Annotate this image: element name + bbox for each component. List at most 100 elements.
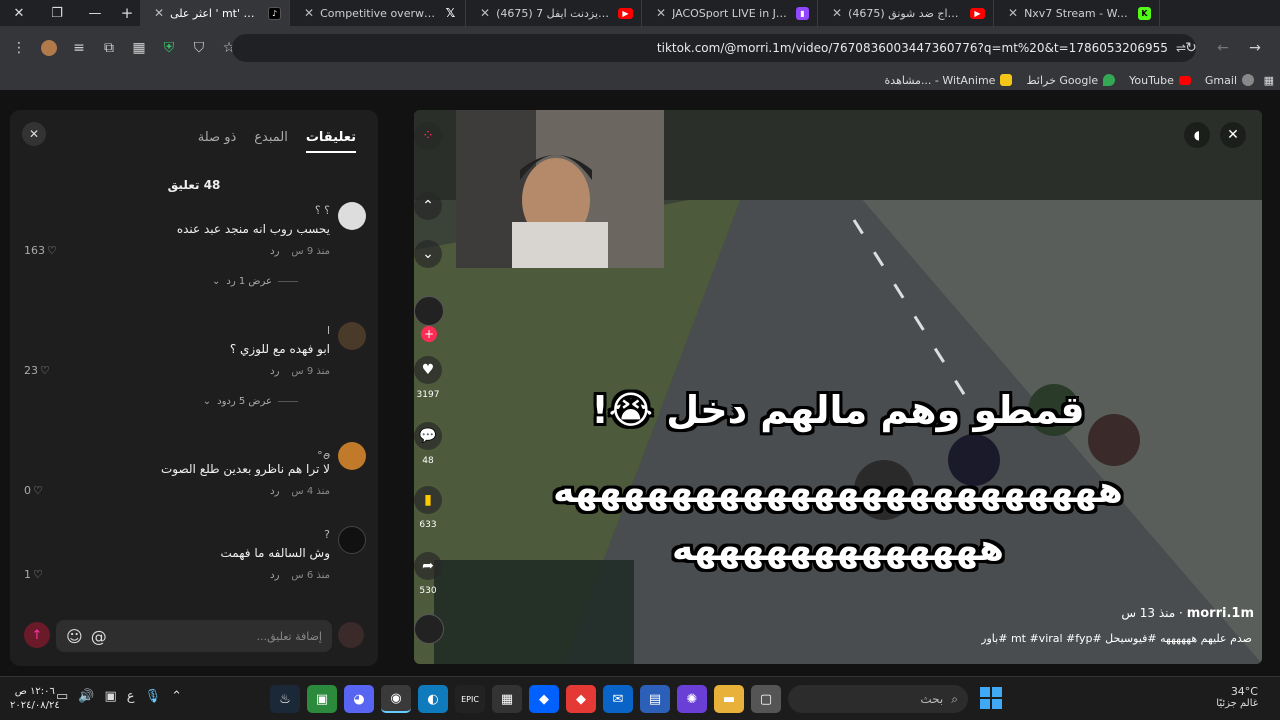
tab-related[interactable]: ذو صلة bbox=[198, 130, 237, 153]
bookmark-icon: ▮ bbox=[414, 486, 442, 514]
save-button[interactable]: ▮ 633 bbox=[414, 486, 448, 530]
xbox-icon[interactable]: ▣ bbox=[307, 685, 337, 713]
chevron-up-icon[interactable]: ⌃ bbox=[171, 689, 182, 704]
menu-icon[interactable]: ⋮ bbox=[4, 33, 34, 63]
monitor-icon[interactable]: ▣ bbox=[104, 689, 116, 704]
copilot-icon[interactable]: ✺ bbox=[677, 685, 707, 713]
steam-icon[interactable]: ♨ bbox=[270, 685, 300, 713]
extensions-icon[interactable]: ⧉ bbox=[94, 33, 124, 63]
like-button[interactable]: 0 ♡ bbox=[24, 484, 43, 497]
close-video-button[interactable]: ✕ bbox=[1220, 122, 1246, 148]
tab-close-icon[interactable]: ✕ bbox=[656, 6, 666, 20]
tab-kick[interactable]: ✕ Nxv7 Stream - Watch Live K bbox=[994, 0, 1160, 26]
bookmark-witanime[interactable]: مشاهدة... - WitAnime bbox=[885, 74, 1013, 87]
like-button[interactable]: 23 ♡ bbox=[24, 364, 50, 377]
window-close-button[interactable]: ✕ bbox=[0, 0, 38, 26]
new-tab-button[interactable]: + bbox=[114, 4, 140, 22]
tab-x[interactable]: ✕ Competitive overwatch / X 𝕏 bbox=[290, 0, 466, 26]
window-restore-button[interactable]: ❐ bbox=[38, 0, 76, 26]
like-video-button[interactable]: ♥ 3197 bbox=[414, 356, 448, 400]
view-replies-button[interactable]: عرض 1 رد ⌄ bbox=[212, 276, 298, 287]
language-indicator[interactable]: ع bbox=[127, 689, 135, 704]
reply-button[interactable]: رد bbox=[270, 570, 279, 581]
back-icon[interactable]: → bbox=[1240, 33, 1270, 63]
post-comment-button[interactable]: ↑ bbox=[24, 622, 50, 648]
extension-icon[interactable]: ▦ bbox=[124, 33, 154, 63]
comments-button[interactable]: 💬 48 bbox=[414, 422, 448, 466]
next-video-button[interactable]: ⌄ bbox=[414, 240, 448, 268]
bookmark-label: Gmail bbox=[1204, 73, 1237, 87]
share-button[interactable]: ➦ 530 bbox=[414, 552, 448, 596]
bookmark-gmail[interactable]: Gmail bbox=[1205, 74, 1254, 87]
sound-avatar[interactable] bbox=[414, 614, 444, 644]
address-bar[interactable]: tiktok.com/@morri.1m/video/7670836003447… bbox=[232, 34, 1196, 62]
comment-username[interactable]: l bbox=[327, 324, 330, 337]
url-text[interactable]: tiktok.com/@morri.1m/video/7670836003447… bbox=[242, 41, 1176, 55]
previous-video-button[interactable]: ⌃ bbox=[414, 192, 448, 220]
volume-icon[interactable]: ◖ bbox=[1184, 122, 1210, 148]
video-author[interactable]: morri.1m · منذ 13 س bbox=[1121, 606, 1254, 621]
tab-close-icon[interactable]: ✕ bbox=[154, 6, 164, 20]
app-icon[interactable]: ▦ bbox=[492, 685, 522, 713]
window-minimize-button[interactable]: — bbox=[76, 0, 114, 26]
profile-avatar[interactable] bbox=[34, 33, 64, 63]
chrome-icon[interactable]: ◉ bbox=[381, 685, 411, 713]
epic-games-icon[interactable]: EPIC bbox=[455, 685, 485, 713]
video-player[interactable]: قمطو وهم مالهم دخل 😭! هههههههههههههههههه… bbox=[414, 110, 1262, 664]
tab-tiktok[interactable]: ✕ اعثر على ' mt' على TikTok ♪ bbox=[140, 0, 290, 26]
system-clock[interactable]: ١٢:٠٦ ص ٢٠٢٤/٠٨/٢٤ bbox=[10, 685, 60, 713]
avatar[interactable] bbox=[338, 442, 366, 470]
bookmark-youtube[interactable]: YouTube bbox=[1129, 74, 1191, 87]
like-button[interactable]: 1 ♡ bbox=[24, 568, 43, 581]
comment-input-box[interactable]: @ ☺ bbox=[56, 620, 332, 652]
app-window-icon[interactable]: ▢ bbox=[751, 685, 781, 713]
avatar[interactable] bbox=[338, 322, 366, 350]
all-bookmarks-button[interactable]: ▦ bbox=[1264, 74, 1274, 87]
outlook-icon[interactable]: ✉ bbox=[603, 685, 633, 713]
store-icon[interactable]: ▤ bbox=[640, 685, 670, 713]
file-explorer-icon[interactable]: ▬ bbox=[714, 685, 744, 713]
reload-icon[interactable]: ↻ bbox=[1176, 33, 1206, 63]
shield-icon[interactable]: ⛨ bbox=[154, 33, 184, 63]
comment-username[interactable]: ? bbox=[324, 528, 330, 541]
like-button[interactable]: 163 ♡ bbox=[24, 244, 57, 257]
view-replies-button[interactable]: عرض 5 ردود ⌄ bbox=[203, 396, 298, 407]
avatar[interactable] bbox=[338, 202, 366, 230]
follow-button[interactable]: + bbox=[421, 326, 437, 342]
comment-username[interactable]: ؟ ؟ bbox=[315, 204, 330, 217]
anydesk-icon[interactable]: ◆ bbox=[566, 685, 596, 713]
reading-list-icon[interactable]: ≡ bbox=[64, 33, 94, 63]
reply-button[interactable]: رد bbox=[270, 366, 279, 377]
tab-youtube-1[interactable]: ✕ (4675) تختيم ريزدنت ايفل 7 ▶ bbox=[466, 0, 642, 26]
emoji-icon[interactable]: ☺ bbox=[66, 627, 83, 646]
dropbox-icon[interactable]: ◆ bbox=[529, 685, 559, 713]
speaker-icon[interactable]: 🔊 bbox=[78, 689, 94, 704]
weather-widget[interactable]: 34°C غالم جزئيًا bbox=[1216, 685, 1258, 709]
comment-input[interactable] bbox=[112, 629, 322, 643]
author-avatar[interactable] bbox=[414, 296, 444, 326]
microphone-icon[interactable]: 🎙 bbox=[145, 689, 162, 704]
tab-creator[interactable]: المبدع bbox=[254, 130, 288, 153]
start-button[interactable] bbox=[980, 687, 1002, 709]
more-button[interactable]: ⁘ bbox=[414, 122, 448, 150]
tab-close-icon[interactable]: ✕ bbox=[480, 6, 490, 20]
tab-twitch[interactable]: ✕ JACOSport LIVE in JACO - ▮ bbox=[642, 0, 818, 26]
tab-comments[interactable]: تعليقات bbox=[305, 130, 356, 153]
battery-icon[interactable]: ▭ bbox=[56, 689, 68, 704]
reply-button[interactable]: رد bbox=[270, 246, 279, 257]
mention-icon[interactable]: @ bbox=[91, 627, 107, 646]
taskbar-search[interactable]: بحث ⌕ bbox=[788, 685, 968, 713]
close-comments-button[interactable]: ✕ bbox=[22, 122, 46, 146]
avatar[interactable] bbox=[338, 526, 366, 554]
edge-icon[interactable]: ◐ bbox=[418, 685, 448, 713]
reply-button[interactable]: رد bbox=[270, 486, 279, 497]
adblock-icon[interactable]: ⛉ bbox=[184, 33, 214, 63]
tab-close-icon[interactable]: ✕ bbox=[304, 6, 314, 20]
tab-close-icon[interactable]: ✕ bbox=[832, 6, 842, 20]
forward-icon[interactable]: ← bbox=[1208, 33, 1238, 63]
tab-youtube-2[interactable]: ✕ (4675) تيم الابراج ضد شونق ▶ bbox=[818, 0, 994, 26]
bookmark-maps[interactable]: خرائط Google bbox=[1026, 74, 1116, 87]
tab-close-icon[interactable]: ✕ bbox=[1008, 6, 1018, 20]
discord-icon[interactable]: ◕ bbox=[344, 685, 374, 713]
author-handle[interactable]: morri.1m bbox=[1187, 606, 1254, 621]
